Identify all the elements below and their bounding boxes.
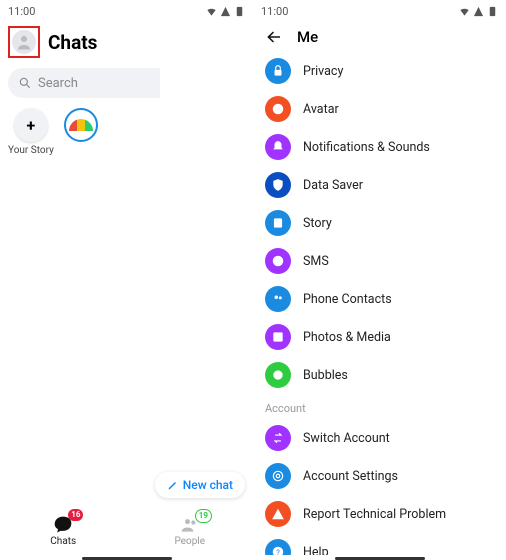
nav-people[interactable]: 19 People [127, 507, 254, 555]
person-icon [15, 33, 33, 51]
setting-label: Bubbles [303, 368, 348, 383]
setting-privacy[interactable]: Privacy [265, 52, 494, 90]
bell-icon [271, 140, 285, 154]
setting-report-problem[interactable]: Report Technical Problem [265, 495, 494, 533]
your-story-button[interactable]: + Your Story [8, 108, 54, 156]
me-header: Me [253, 22, 506, 52]
story-item[interactable] [64, 108, 98, 156]
setting-help[interactable]: ? Help [265, 533, 494, 555]
setting-label: Data Saver [303, 178, 363, 193]
sms-icon [271, 254, 285, 268]
profile-highlight-box [8, 26, 40, 58]
search-icon [18, 76, 32, 90]
me-page-title: Me [297, 28, 318, 46]
setting-story[interactable]: Story [265, 204, 494, 242]
setting-label: Report Technical Problem [303, 507, 446, 522]
new-chat-button[interactable]: New chat [155, 472, 245, 498]
setting-label: Avatar [303, 102, 339, 117]
svg-text:?: ? [276, 548, 280, 555]
battery-icon [487, 6, 498, 17]
back-arrow-icon[interactable] [265, 28, 283, 46]
setting-label: Story [303, 216, 332, 231]
warning-icon [271, 507, 285, 521]
setting-account-settings[interactable]: Account Settings [265, 457, 494, 495]
setting-label: Privacy [303, 64, 343, 79]
status-bar: 11:00 [0, 0, 253, 22]
lock-icon [271, 64, 285, 78]
gear-icon [271, 469, 285, 483]
help-icon: ? [271, 545, 285, 555]
screen-chats: 11:00 Chats Search + Your Story [0, 0, 253, 560]
setting-label: Account Settings [303, 469, 398, 484]
wifi-icon [206, 6, 217, 17]
people-badge: 19 [195, 509, 212, 523]
setting-label: Phone Contacts [303, 292, 392, 307]
screen-me-settings: 11:00 Me Privacy Avatar Notifications & … [253, 0, 506, 560]
setting-label: Notifications & Sounds [303, 140, 430, 155]
your-story-label: Your Story [8, 145, 54, 156]
setting-label: Switch Account [303, 431, 390, 446]
setting-label: Photos & Media [303, 330, 391, 345]
add-story-icon: + [14, 108, 48, 142]
switch-icon [271, 431, 285, 445]
setting-notifications[interactable]: Notifications & Sounds [265, 128, 494, 166]
book-icon [271, 216, 285, 230]
face-icon [271, 102, 285, 116]
contacts-icon [271, 292, 285, 306]
nav-people-label: People [174, 536, 205, 547]
status-time: 11:00 [8, 5, 35, 18]
shield-icon [271, 178, 285, 192]
setting-phone-contacts[interactable]: Phone Contacts [265, 280, 494, 318]
search-placeholder: Search [38, 76, 78, 91]
setting-photos-media[interactable]: Photos & Media [265, 318, 494, 356]
status-bar: 11:00 [253, 0, 506, 22]
nav-chats-label: Chats [50, 536, 76, 547]
whitespace [160, 20, 253, 525]
setting-sms[interactable]: SMS [265, 242, 494, 280]
battery-icon [234, 6, 245, 17]
signal-icon [220, 6, 231, 17]
bottom-nav: 16 Chats 19 People [0, 507, 253, 555]
profile-avatar[interactable] [12, 30, 36, 54]
section-account: Account [265, 394, 494, 419]
status-icons [459, 6, 498, 17]
image-icon [271, 330, 285, 344]
setting-switch-account[interactable]: Switch Account [265, 419, 494, 457]
setting-label: SMS [303, 254, 329, 269]
signal-icon [473, 6, 484, 17]
chats-badge: 16 [68, 509, 83, 521]
status-icons [206, 6, 245, 17]
pencil-icon [167, 479, 179, 491]
setting-bubbles[interactable]: Bubbles [265, 356, 494, 394]
new-chat-label: New chat [183, 478, 233, 492]
status-time: 11:00 [261, 5, 288, 18]
setting-avatar[interactable]: Avatar [265, 90, 494, 128]
bubbles-icon [271, 368, 285, 382]
setting-data-saver[interactable]: Data Saver [265, 166, 494, 204]
setting-label: Help [303, 545, 329, 556]
settings-list[interactable]: Privacy Avatar Notifications & Sounds Da… [253, 52, 506, 555]
wifi-icon [459, 6, 470, 17]
nav-chats[interactable]: 16 Chats [0, 507, 127, 555]
